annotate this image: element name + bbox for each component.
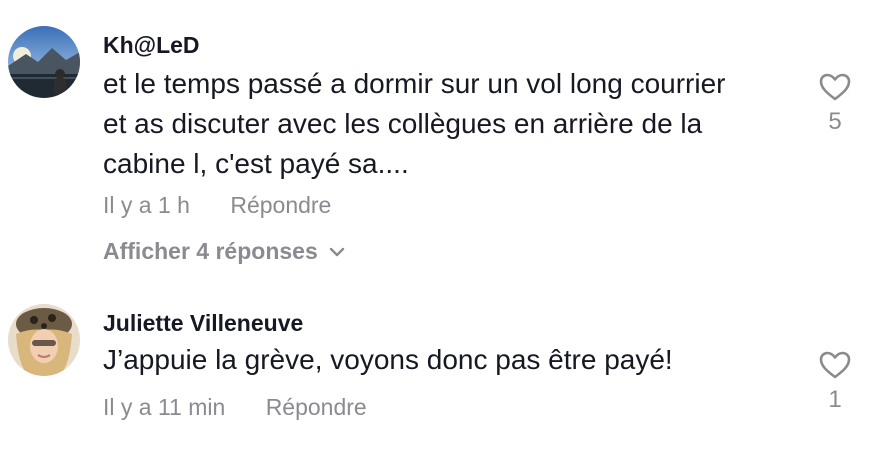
like-button[interactable]: 1 xyxy=(805,350,865,414)
comment-text-line: J’appuie la grève, voyons donc pas être … xyxy=(103,344,673,375)
comment-text-line: cabine l, c'est payé sa.... xyxy=(103,148,409,179)
avatar[interactable] xyxy=(8,26,80,98)
like-count: 5 xyxy=(828,108,842,135)
avatar-landscape-photo xyxy=(8,26,80,98)
like-button[interactable]: 5 xyxy=(805,72,865,136)
comment-text: et le temps passé a dormir sur un vol lo… xyxy=(103,64,793,184)
comment-text: J’appuie la grève, voyons donc pas être … xyxy=(103,340,793,380)
view-replies-label: Afficher 4 réponses xyxy=(103,238,318,264)
comment-text-line: et le temps passé a dormir sur un vol lo… xyxy=(103,68,726,99)
chevron-down-icon xyxy=(328,237,346,264)
reply-button[interactable]: Répondre xyxy=(230,192,331,219)
avatar-portrait-photo xyxy=(8,304,80,376)
comment-meta: Il y a 11 min Répondre xyxy=(103,394,367,421)
heart-icon xyxy=(819,351,851,379)
like-count: 1 xyxy=(828,386,842,413)
comment-text-line: et as discuter avec les collègues en arr… xyxy=(103,108,703,139)
username[interactable]: Kh@LeD xyxy=(103,32,200,59)
heart-icon xyxy=(819,73,851,101)
reply-button[interactable]: Répondre xyxy=(266,394,367,421)
avatar[interactable] xyxy=(8,304,80,376)
comment-meta: Il y a 1 h Répondre xyxy=(103,192,331,219)
view-replies-button[interactable]: Afficher 4 réponses xyxy=(103,238,346,265)
comment-timestamp: Il y a 1 h xyxy=(103,192,190,218)
comment-timestamp: Il y a 11 min xyxy=(103,394,226,420)
username[interactable]: Juliette Villeneuve xyxy=(103,310,303,337)
